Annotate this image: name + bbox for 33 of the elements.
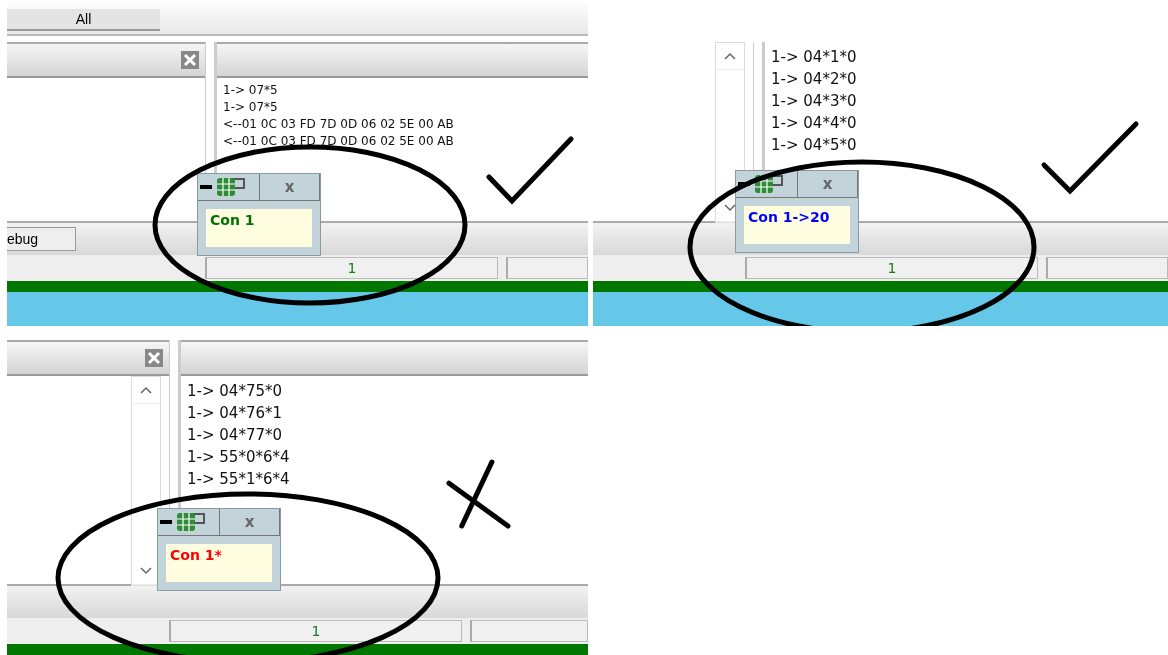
- close-icon[interactable]: [181, 51, 199, 69]
- log-line: 1-> 04*2*0: [771, 69, 858, 90]
- chevron-down-icon[interactable]: [724, 204, 736, 212]
- connection-label: Con 1: [206, 209, 312, 247]
- log-line: <--01 0C 03 FD 7D 0D 06 02 5E 00 AB: [223, 133, 455, 150]
- log-line: 1-> 07*5: [223, 82, 279, 99]
- log-line: 1-> 07*5: [223, 99, 279, 116]
- grid-icon[interactable]: [754, 173, 784, 195]
- status-field: 1: [169, 620, 462, 642]
- close-icon[interactable]: [145, 349, 163, 367]
- log-line: 1-> 04*1*0: [771, 47, 858, 68]
- log-line: 1-> 55*1*6*4: [187, 469, 291, 490]
- tab[interactable]: ebug: [7, 227, 76, 251]
- log-line: 1-> 04*5*0: [771, 135, 858, 156]
- scrollbar[interactable]: [131, 376, 161, 586]
- log-line: 1-> 04*76*1: [187, 403, 283, 424]
- grid-icon[interactable]: [216, 176, 246, 198]
- grid-icon[interactable]: [176, 511, 206, 533]
- log-line: 1-> 04*77*0: [187, 425, 283, 446]
- chevron-up-icon[interactable]: [140, 386, 152, 394]
- chevron-up-icon[interactable]: [724, 52, 736, 60]
- connection-label: Con 1->20: [744, 206, 850, 244]
- chevron-down-icon[interactable]: [140, 567, 152, 575]
- connection-label: Con 1*: [166, 544, 272, 582]
- log-line: 1-> 04*75*0: [187, 381, 283, 402]
- log-line: 1-> 55*0*6*4: [187, 447, 291, 468]
- status-field: 1: [745, 257, 1038, 279]
- tab[interactable]: All: [7, 9, 160, 31]
- log-line: <--01 0C 03 FD 7D 0D 06 02 5E 00 AB: [223, 116, 455, 133]
- log-line: 1-> 04*4*0: [771, 113, 858, 134]
- cross-mark: [446, 459, 511, 529]
- status-field: 1: [205, 257, 498, 279]
- log-line: 1-> 04*3*0: [771, 91, 858, 112]
